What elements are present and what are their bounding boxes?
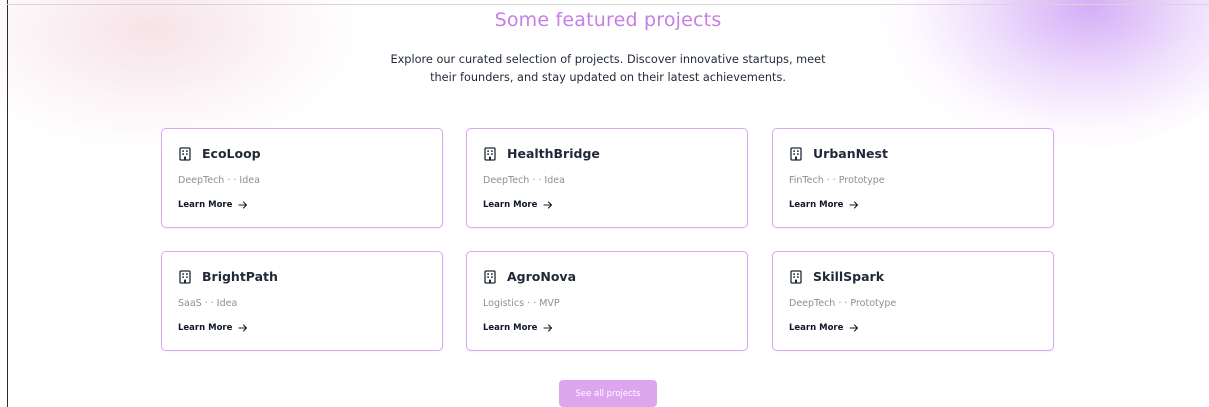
section-intro-line-2: their founders, and stay updated on thei… — [430, 71, 786, 84]
project-meta: FinTech · · Prototype — [789, 175, 885, 186]
building-icon — [179, 269, 191, 284]
building-icon — [484, 269, 496, 284]
learn-more-label: Learn More — [789, 323, 844, 333]
project-card-header: UrbanNest — [789, 146, 888, 161]
learn-more-label: Learn More — [483, 323, 538, 333]
see-all-projects-button[interactable]: See all projects — [559, 380, 657, 407]
project-card-ecoloop[interactable]: EcoLoop DeepTech · · Idea Learn More — [161, 128, 443, 228]
project-name: UrbanNest — [813, 146, 888, 161]
project-card-header: HealthBridge — [483, 146, 600, 161]
project-meta: Logistics · · MVP — [483, 298, 560, 309]
section-intro-line-1: Explore our curated selection of project… — [390, 53, 826, 66]
project-name: AgroNova — [507, 269, 577, 284]
arrow-right-icon — [543, 324, 553, 332]
project-name: SkillSpark — [813, 269, 885, 284]
page-top-border — [7, 4, 1209, 5]
learn-more-label: Learn More — [483, 200, 538, 210]
building-icon — [179, 146, 191, 161]
project-card-urbannest[interactable]: UrbanNest FinTech · · Prototype Learn Mo… — [772, 128, 1054, 228]
learn-more-link[interactable]: Learn More — [483, 323, 553, 333]
project-name: EcoLoop — [202, 146, 261, 161]
building-icon — [790, 146, 802, 161]
building-icon — [484, 146, 496, 161]
learn-more-link[interactable]: Learn More — [483, 200, 553, 210]
page-left-border — [7, 0, 8, 407]
project-card-skillspark[interactable]: SkillSpark DeepTech · · Prototype Learn … — [772, 251, 1054, 351]
arrow-right-icon — [238, 201, 248, 209]
project-card-header: BrightPath — [178, 269, 278, 284]
project-meta: DeepTech · · Idea — [178, 175, 260, 186]
project-meta: DeepTech · · Idea — [483, 175, 565, 186]
learn-more-link[interactable]: Learn More — [178, 323, 248, 333]
arrow-right-icon — [238, 324, 248, 332]
learn-more-link[interactable]: Learn More — [178, 200, 248, 210]
featured-projects-section: Some featured projects Explore our curat… — [0, 0, 1209, 407]
learn-more-label: Learn More — [789, 200, 844, 210]
project-card-header: SkillSpark — [789, 269, 884, 284]
project-meta: DeepTech · · Prototype — [789, 298, 897, 309]
building-icon — [790, 269, 802, 284]
learn-more-label: Learn More — [178, 200, 233, 210]
learn-more-link[interactable]: Learn More — [789, 323, 859, 333]
project-card-header: EcoLoop — [178, 146, 261, 161]
project-name: BrightPath — [202, 269, 278, 284]
arrow-right-icon — [849, 201, 859, 209]
project-meta: SaaS · · Idea — [178, 298, 238, 309]
section-title: Some featured projects — [494, 9, 722, 31]
project-card-agronova[interactable]: AgroNova Logistics · · MVP Learn More — [466, 251, 748, 351]
learn-more-label: Learn More — [178, 323, 233, 333]
project-card-brightpath[interactable]: BrightPath SaaS · · Idea Learn More — [161, 251, 443, 351]
project-card-header: AgroNova — [483, 269, 576, 284]
project-card-healthbridge[interactable]: HealthBridge DeepTech · · Idea Learn Mor… — [466, 128, 748, 228]
learn-more-link[interactable]: Learn More — [789, 200, 859, 210]
section-intro: Explore our curated selection of project… — [370, 51, 846, 87]
arrow-right-icon — [849, 324, 859, 332]
project-name: HealthBridge — [507, 146, 600, 161]
arrow-right-icon — [543, 201, 553, 209]
